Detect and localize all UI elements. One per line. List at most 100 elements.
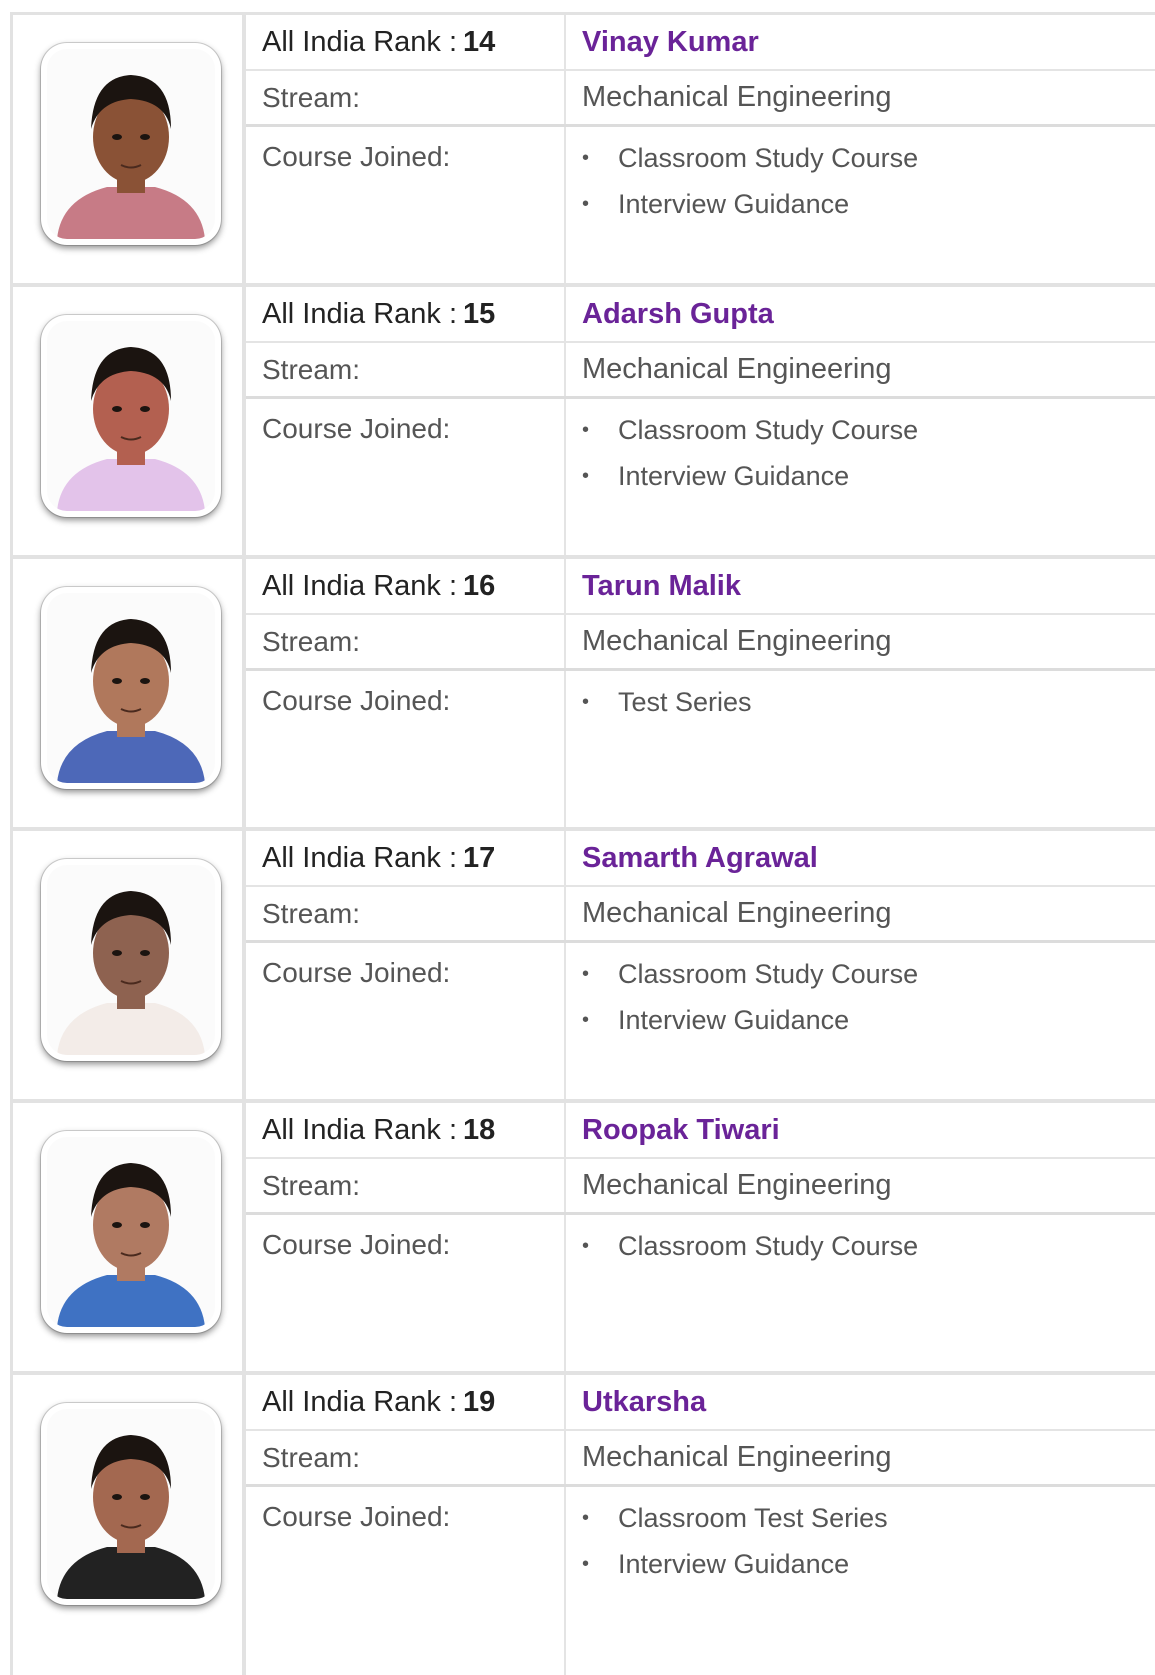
rank-number: 16 [463,569,496,602]
course-item: • Classroom Study Course [582,1223,918,1269]
stream-value: Mechanical Engineering [582,897,892,929]
student-photo-illustration [47,321,215,511]
stream-value: Mechanical Engineering [582,1441,892,1473]
stream-row: Stream: Mechanical Engineering [246,71,1155,127]
topper-info: All India Rank :17 Samarth Agrawal Stream:… [246,831,1155,1099]
student-photo [41,43,221,245]
course-name: Classroom Study Course [618,414,919,445]
course-name: Interview Guidance [618,1004,850,1035]
course-item: • Interview Guidance [582,181,918,227]
course-label: Course Joined: [246,127,566,283]
bullet-icon: • [582,1234,590,1257]
course-value: • Classroom Study Course • Interview Guidan… [566,127,1155,283]
topper-info: All India Rank :15 Adarsh Gupta Stream: Mec… [246,287,1155,555]
course-list: • Classroom Test Series • Interview Guidanc… [582,1487,888,1587]
stream-label: Stream: [246,615,566,668]
course-row: Course Joined: • Classroom Test Series • Int… [246,1487,1155,1675]
bullet-icon: • [582,192,590,215]
rank-row: All India Rank :16 Tarun Malik [246,559,1155,615]
rank-number: 18 [463,1113,496,1146]
photo-cell [10,831,246,1099]
photo-cell [10,1103,246,1371]
bullet-icon: • [582,962,590,985]
course-name: Classroom Test Series [618,1502,888,1533]
rank-prefix: All India Rank : [262,297,458,330]
rank-label: All India Rank :16 [246,559,566,613]
student-name: Roopak Tiwari [582,1113,780,1146]
topper-entry: All India Rank :18 Roopak Tiwari Stream: Me… [10,1103,1155,1375]
rank-number: 19 [463,1385,496,1418]
bullet-icon: • [582,690,590,713]
student-photo-illustration [47,1409,215,1599]
stream-value: Mechanical Engineering [582,1169,892,1201]
stream-value: Mechanical Engineering [582,353,892,385]
course-value: • Classroom Study Course • Interview Guidan… [566,399,1155,555]
course-row: Course Joined: • Test Series [246,671,1155,827]
bullet-icon: • [582,418,590,441]
rank-label: All India Rank :18 [246,1103,566,1157]
topper-entry: All India Rank :14 Vinay Kumar Stream: Mech… [10,15,1155,287]
rank-row: All India Rank :17 Samarth Agrawal [246,831,1155,887]
course-item: • Classroom Study Course [582,407,918,453]
stream-label: Stream: [246,1431,566,1484]
stream-row: Stream: Mechanical Engineering [246,1159,1155,1215]
course-item: • Interview Guidance [582,1541,888,1587]
student-name: Vinay Kumar [582,25,759,58]
topper-info: All India Rank :18 Roopak Tiwari Stream: Me… [246,1103,1155,1371]
bullet-icon: • [582,1552,590,1575]
course-label: Course Joined: [246,1215,566,1371]
bullet-icon: • [582,1506,590,1529]
topper-entry: All India Rank :19 Utkarsha Stream: Mechani… [10,1375,1155,1675]
rank-prefix: All India Rank : [262,841,458,874]
course-row: Course Joined: • Classroom Study Course • In… [246,127,1155,283]
topper-info: All India Rank :16 Tarun Malik Stream: Mech… [246,559,1155,827]
rank-prefix: All India Rank : [262,1113,458,1146]
student-photo-illustration [47,1137,215,1327]
topper-info: All India Rank :19 Utkarsha Stream: Mechani… [246,1375,1155,1675]
course-label: Course Joined: [246,1487,566,1675]
rank-label: All India Rank :19 [246,1375,566,1429]
course-item: • Classroom Study Course [582,135,918,181]
stream-label: Stream: [246,887,566,940]
stream-row: Stream: Mechanical Engineering [246,887,1155,943]
course-item: • Interview Guidance [582,453,918,499]
course-item: • Classroom Study Course [582,951,918,997]
rank-label: All India Rank :15 [246,287,566,341]
course-label: Course Joined: [246,671,566,827]
name-cell: Samarth Agrawal [566,831,1155,885]
course-value: • Test Series [566,671,1155,827]
course-list: • Classroom Study Course • Interview Guidan… [582,127,918,227]
student-photo-illustration [47,865,215,1055]
topper-entry: All India Rank :17 Samarth Agrawal Stream:… [10,831,1155,1103]
rank-row: All India Rank :19 Utkarsha [246,1375,1155,1431]
course-list: • Classroom Study Course [582,1215,918,1269]
course-label: Course Joined: [246,399,566,555]
student-name: Tarun Malik [582,569,741,602]
name-cell: Vinay Kumar [566,15,1155,69]
course-item: • Test Series [582,679,752,725]
stream-row: Stream: Mechanical Engineering [246,343,1155,399]
name-cell: Adarsh Gupta [566,287,1155,341]
photo-cell [10,15,246,283]
stream-label: Stream: [246,1159,566,1212]
course-value: • Classroom Test Series • Interview Guidanc… [566,1487,1155,1675]
rank-prefix: All India Rank : [262,569,458,602]
topper-info: All India Rank :14 Vinay Kumar Stream: Mech… [246,15,1155,283]
course-row: Course Joined: • Classroom Study Course [246,1215,1155,1371]
course-list: • Classroom Study Course • Interview Guidan… [582,399,918,499]
photo-cell [10,559,246,827]
course-name: Classroom Study Course [618,142,919,173]
topper-entry: All India Rank :15 Adarsh Gupta Stream: Mec… [10,287,1155,559]
rank-row: All India Rank :18 Roopak Tiwari [246,1103,1155,1159]
bullet-icon: • [582,146,590,169]
student-photo-illustration [47,593,215,783]
student-name: Adarsh Gupta [582,297,774,330]
rank-number: 15 [463,297,496,330]
topper-entry: All India Rank :16 Tarun Malik Stream: Mech… [10,559,1155,831]
student-photo-illustration [47,49,215,239]
course-item: • Classroom Test Series [582,1495,888,1541]
course-row: Course Joined: • Classroom Study Course • In… [246,943,1155,1099]
stream-row: Stream: Mechanical Engineering [246,1431,1155,1487]
stream-value: Mechanical Engineering [582,625,892,657]
course-list: • Test Series [582,671,752,725]
